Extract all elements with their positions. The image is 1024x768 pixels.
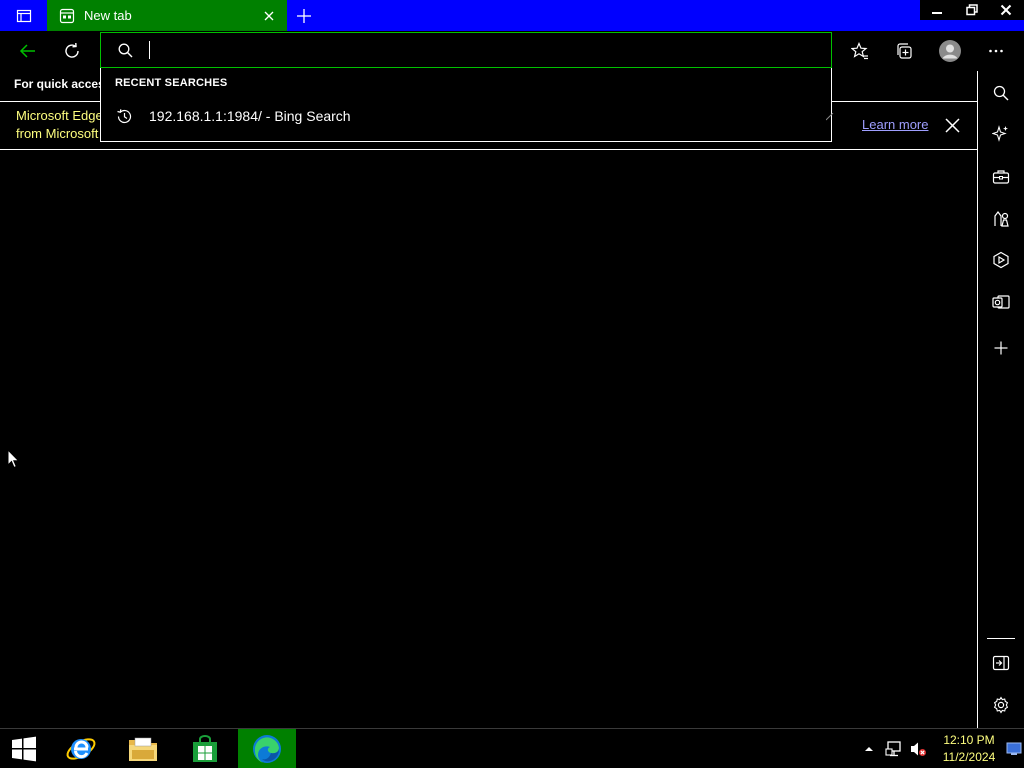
show-hidden-icons-button[interactable] [862,729,876,768]
sidebar-outlook-button[interactable] [989,290,1013,314]
info-bar-line-1: Microsoft Edge [16,108,100,123]
collections-icon [897,43,912,59]
restore-button[interactable] [955,0,990,20]
volume-muted-icon [911,742,926,756]
sidebar-separator [987,638,1015,639]
plus-icon [297,9,311,23]
suggestion-text: 192.168.1.1:1984/ - Bing Search [149,108,351,124]
taskbar-file-explorer[interactable] [117,729,169,768]
address-bar[interactable] [100,32,832,68]
new-tab-button[interactable] [293,5,315,27]
arrow-left-icon [19,44,35,58]
tab-title: New tab [84,8,132,23]
clock-time[interactable]: 12:10 PM [933,733,1005,747]
add-icon [994,341,1008,355]
taskbar-internet-explorer[interactable] [55,729,107,768]
star-list-icon [851,42,868,60]
chevron-up-icon [865,746,873,751]
hide-sidebar-button[interactable] [989,651,1013,675]
history-icon [117,108,132,123]
more-icon [989,49,1003,53]
store-icon [193,734,217,762]
sidebar-settings-button[interactable] [989,693,1013,717]
window-controls [920,0,1024,20]
close-icon [1001,4,1012,16]
search-icon [993,85,1009,101]
sidebar-divider [977,71,978,728]
start-button[interactable] [0,729,48,768]
search-icon [118,43,133,58]
suggestion-item[interactable]: 192.168.1.1:1984/ - Bing Search [101,102,831,130]
office-icon [993,251,1009,269]
start-icon [12,736,36,761]
restore-icon [966,4,978,16]
sidebar-search-button[interactable] [989,81,1013,105]
sidebar-games-button[interactable] [989,207,1013,231]
tab-actions-button[interactable] [0,0,47,31]
minimize-button[interactable] [920,0,955,20]
profile-button[interactable] [934,35,966,67]
address-input[interactable] [149,39,809,61]
info-bar-message: Microsoft Edge from Microsoft [16,107,100,143]
settings-and-more-button[interactable] [980,35,1012,67]
avatar [939,40,961,62]
volume-tray-button[interactable] [908,729,928,768]
info-bar-close-button[interactable] [944,117,961,134]
minimize-icon [932,12,943,14]
network-tray-button[interactable] [884,729,904,768]
favorites-button[interactable] [844,35,876,67]
newtab-page-icon [59,8,75,23]
sidebar-add-button[interactable] [989,336,1013,360]
tools-icon [992,170,1010,184]
refresh-icon [65,42,79,58]
recent-searches-header: RECENT SEARCHES [115,77,228,89]
edge-icon [253,734,281,763]
copilot-icon [992,125,1008,142]
info-bar-line-2: from Microsoft [16,126,99,141]
tab-new-tab[interactable]: New tab [47,0,287,31]
close-icon [945,118,960,133]
network-icon [885,740,901,756]
back-button[interactable] [12,35,44,67]
close-tab-icon[interactable] [261,8,277,24]
taskbar-store[interactable] [179,729,231,768]
close-window-button[interactable] [989,0,1024,20]
internet-explorer-icon [66,737,96,760]
learn-more-link[interactable]: Learn more [862,117,928,132]
outlook-icon [992,295,1010,309]
hide-sidebar-icon [992,655,1010,671]
show-desktop-button[interactable] [1004,729,1024,768]
clock-date[interactable]: 11/2/2024 [933,750,1005,764]
action-center-icon [1006,742,1022,755]
divider [0,149,978,150]
mouse-cursor [7,449,20,469]
sidebar-office-button[interactable] [989,248,1013,272]
tab-actions-icon [16,9,31,22]
games-icon [994,211,1009,227]
collections-button[interactable] [888,35,920,67]
dropdown-edge-mark [826,113,834,121]
settings-icon [993,696,1009,714]
taskbar-edge[interactable] [238,729,296,768]
refresh-button[interactable] [56,35,88,67]
text-caret [149,41,150,59]
favorites-bar-prompt: For quick access [14,77,100,91]
file-explorer-icon [129,737,157,761]
sidebar-tools-button[interactable] [989,165,1013,189]
sidebar-copilot-button[interactable] [989,122,1013,146]
